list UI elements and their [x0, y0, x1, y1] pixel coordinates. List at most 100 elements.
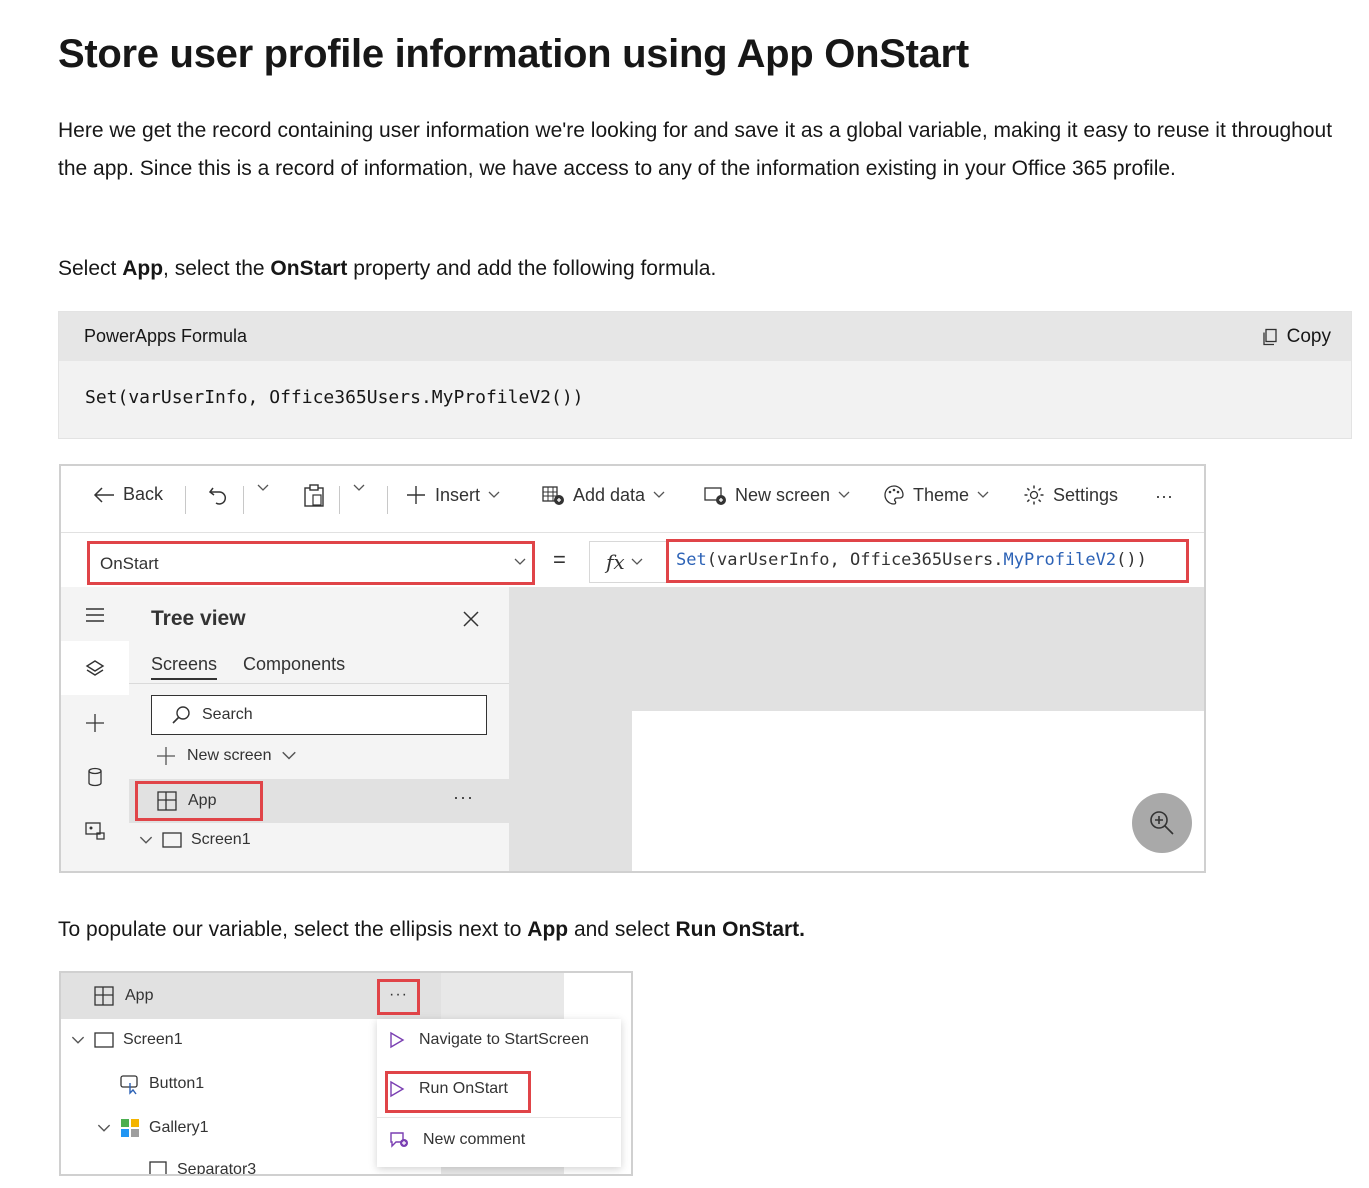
context-menu-screenshot: App ··· Screen1 Button1 Gallery1 Separat…	[59, 971, 633, 1176]
equals-sign: =	[553, 547, 566, 572]
zoom-button[interactable]	[1132, 793, 1192, 853]
property-value: OnStart	[100, 554, 159, 573]
chevron-down-icon	[282, 751, 297, 760]
palette-icon	[884, 485, 904, 505]
screen1-label: Screen1	[191, 831, 251, 848]
back-arrow-icon	[93, 486, 114, 503]
context-menu: Navigate to StartScreen Run OnStart New …	[377, 1019, 621, 1167]
chevron-down-icon	[653, 491, 665, 498]
toolbar-divider	[243, 486, 244, 514]
new-screen-label: New screen	[735, 484, 831, 505]
close-icon[interactable]	[461, 609, 481, 629]
layers-icon[interactable]	[83, 657, 107, 681]
new-screen-button[interactable]: New screen	[703, 484, 850, 506]
settings-label: Settings	[1053, 484, 1119, 505]
settings-button[interactable]: Settings	[1023, 484, 1118, 506]
chevron-down-icon	[488, 491, 500, 498]
populate-instruction: To populate our variable, select the ell…	[58, 918, 806, 941]
studio-toolbar: Back Insert Add data New screen Theme Se…	[61, 466, 1204, 532]
new-screen-icon	[704, 487, 726, 505]
divider	[129, 683, 509, 684]
app-more-button[interactable]: ···	[377, 979, 420, 1015]
tree-item-button1[interactable]: Button1	[119, 1073, 204, 1095]
chevron-down-icon	[353, 484, 365, 491]
plus-icon	[407, 486, 425, 504]
database-icon[interactable]	[83, 765, 107, 789]
tree-search-input[interactable]: Search	[151, 695, 487, 735]
more-options-button[interactable]: ···	[1155, 486, 1173, 507]
insert-button[interactable]: Insert	[405, 484, 500, 506]
copy-icon	[1262, 328, 1277, 345]
studio-screenshot: Back Insert Add data New screen Theme Se…	[59, 464, 1206, 873]
code-block-header: PowerApps Formula Copy	[59, 312, 1351, 361]
chevron-down-icon	[257, 484, 269, 491]
undo-button[interactable]	[207, 484, 229, 506]
more-icon: ···	[1155, 486, 1173, 506]
app-icon	[94, 986, 114, 1006]
toolbar-divider	[387, 486, 388, 514]
menu-divider	[377, 1117, 621, 1118]
gallery1-label: Gallery1	[149, 1119, 209, 1136]
back-label: Back	[123, 484, 164, 504]
undo-dropdown[interactable]	[257, 484, 269, 492]
app-more-button[interactable]: ···	[453, 787, 474, 808]
database-table-icon	[542, 486, 564, 505]
plus-icon[interactable]	[83, 711, 107, 735]
fx-icon: fx	[606, 550, 625, 574]
search-icon	[172, 706, 190, 724]
tab-screens[interactable]: Screens	[151, 654, 218, 680]
new-comment-label: New comment	[423, 1131, 526, 1148]
paste-button[interactable]	[303, 484, 325, 508]
paste-dropdown[interactable]	[353, 484, 365, 492]
tree-item-screen1[interactable]: Screen1	[139, 831, 251, 849]
formula-input[interactable]: Set(varUserInfo, Office365Users.MyProfil…	[666, 539, 1189, 583]
copy-button[interactable]: Copy	[1261, 326, 1331, 348]
formula-bar: OnStart = fx Set(varUserInfo, Office365U…	[61, 532, 1204, 587]
screen-icon	[94, 1032, 114, 1048]
fx-button[interactable]: fx	[589, 541, 666, 583]
left-rail	[61, 587, 129, 871]
canvas-screen	[632, 711, 1204, 871]
chevron-down-icon	[977, 491, 989, 498]
comment-icon	[390, 1132, 408, 1148]
screen1-label: Screen1	[123, 1031, 183, 1048]
tree-item-app[interactable]: App ···	[129, 779, 509, 823]
toolbar-divider	[185, 486, 186, 514]
tree-new-screen-button[interactable]: New screen	[155, 745, 297, 767]
hamburger-menu-icon[interactable]	[83, 603, 107, 627]
chevron-down-icon[interactable]	[139, 836, 153, 845]
separator-icon	[149, 1161, 167, 1174]
theme-button[interactable]: Theme	[883, 484, 989, 506]
app-row-label: App	[93, 985, 153, 1007]
app-icon	[157, 791, 177, 811]
tab-components[interactable]: Components	[243, 654, 345, 680]
tree-item-screen1[interactable]: Screen1	[71, 1031, 183, 1049]
chevron-down-icon[interactable]	[71, 1036, 85, 1045]
back-button[interactable]: Back	[93, 484, 163, 505]
media-icon[interactable]	[83, 819, 107, 843]
gear-icon	[1024, 485, 1044, 505]
menu-item-navigate[interactable]: Navigate to StartScreen	[389, 1031, 589, 1049]
chevron-down-icon[interactable]	[97, 1124, 111, 1133]
toolbar-divider	[339, 486, 340, 514]
tree-item-separator3[interactable]: Separator3	[147, 1159, 256, 1174]
property-dropdown[interactable]: OnStart	[87, 541, 535, 585]
tree-item-gallery1[interactable]: Gallery1	[97, 1117, 209, 1139]
tree-view-panel: Tree view Screens Components Search New …	[129, 587, 509, 871]
undo-icon	[208, 487, 227, 505]
tree-tabs: Screens Components	[151, 654, 345, 680]
menu-item-run-onstart[interactable]: Run OnStart	[389, 1080, 508, 1098]
new-screen-label: New screen	[187, 747, 272, 764]
screen-icon	[162, 832, 182, 848]
code-block: PowerApps Formula Copy Set(varUserInfo, …	[58, 311, 1352, 439]
run-onstart-label: Run OnStart	[419, 1080, 508, 1097]
play-icon	[390, 1031, 405, 1049]
add-data-button[interactable]: Add data	[541, 484, 665, 506]
navigate-label: Navigate to StartScreen	[419, 1031, 589, 1048]
menu-item-new-comment[interactable]: New comment	[389, 1130, 525, 1150]
gallery-icon	[121, 1119, 139, 1137]
chevron-down-icon	[838, 491, 850, 498]
button1-label: Button1	[149, 1075, 205, 1092]
select-instruction: Select App, select the OnStart property …	[58, 257, 717, 280]
page-title: Store user profile information using App…	[58, 32, 969, 76]
